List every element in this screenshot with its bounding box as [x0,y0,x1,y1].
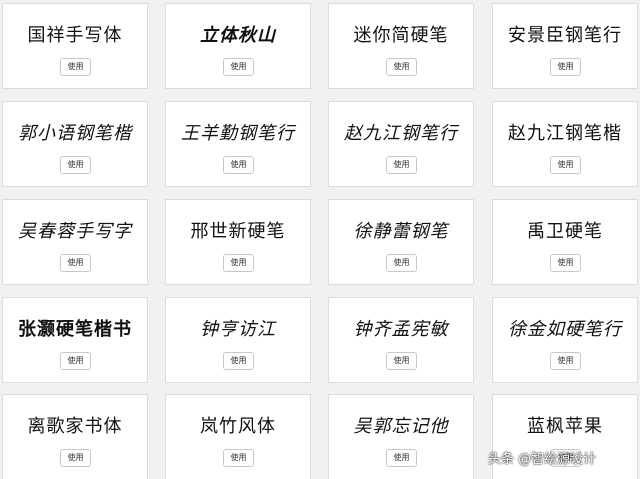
use-font-button[interactable]: 使用 [386,58,417,76]
font-card[interactable]: 赵九江钢笔楷 使用 [492,101,638,187]
use-font-button[interactable]: 使用 [223,156,254,174]
font-preview-name: 岚竹风体 [200,416,276,437]
font-card[interactable]: 岚竹风体 使用 [165,394,311,479]
font-preview-name: 赵九江钢笔楷 [508,123,622,144]
font-card[interactable]: 禹卫硬笔 使用 [492,199,638,285]
font-preview-name: 张灏硬笔楷书 [18,319,132,340]
font-card[interactable]: 立体秋山 使用 [165,3,311,89]
use-font-button[interactable]: 使用 [550,352,581,370]
font-preview-name: 蓝枫苹果 [527,416,603,437]
font-preview-name: 立体秋山 [200,25,276,46]
font-preview-name: 徐金如硬笔行 [508,319,622,340]
font-preview-name: 徐静蕾钢笔 [353,221,449,242]
use-font-button[interactable]: 使用 [386,156,417,174]
use-font-button[interactable]: 使用 [60,156,91,174]
font-card[interactable]: 邢世新硬笔 使用 [165,199,311,285]
font-preview-name: 王羊勤钢笔行 [181,123,295,144]
font-card[interactable]: 离歌家书体 使用 [2,394,148,479]
use-font-button[interactable]: 使用 [386,352,417,370]
font-preview-name: 邢世新硬笔 [190,221,286,242]
font-card[interactable]: 钟齐孟宪敏 使用 [328,297,474,383]
use-font-button[interactable]: 使用 [550,58,581,76]
use-font-button[interactable]: 使用 [60,449,91,467]
font-card[interactable]: 徐静蕾钢笔 使用 [328,199,474,285]
font-card[interactable]: 吴郭忘记他 使用 [328,394,474,479]
font-card[interactable]: 郭小语钢笔楷 使用 [2,101,148,187]
font-preview-name: 安景臣钢笔行 [508,25,622,46]
use-font-button[interactable]: 使用 [550,156,581,174]
use-font-button[interactable]: 使用 [60,58,91,76]
font-card[interactable]: 国祥手写体 使用 [2,3,148,89]
use-font-button[interactable]: 使用 [223,449,254,467]
font-card[interactable]: 钟亨访江 使用 [165,297,311,383]
font-card[interactable]: 迷你简硬笔 使用 [328,3,474,89]
font-preview-name: 吴郭忘记他 [353,416,449,437]
font-preview-name: 国祥手写体 [27,25,123,46]
font-card[interactable]: 张灏硬笔楷书 使用 [2,297,148,383]
font-card[interactable]: 徐金如硬笔行 使用 [492,297,638,383]
font-preview-name: 吴春蓉手写字 [18,221,132,242]
font-preview-name: 钟亨访江 [200,319,276,340]
use-font-button[interactable]: 使用 [60,254,91,272]
font-preview-name: 迷你简硬笔 [353,25,449,46]
font-preview-name: 郭小语钢笔楷 [18,123,132,144]
font-preview-name: 钟齐孟宪敏 [353,319,449,340]
font-preview-name: 离歌家书体 [27,416,123,437]
font-card[interactable]: 安景臣钢笔行 使用 [492,3,638,89]
font-card[interactable]: 吴春蓉手写字 使用 [2,199,148,285]
use-font-button[interactable]: 使用 [223,58,254,76]
font-card[interactable]: 王羊勤钢笔行 使用 [165,101,311,187]
font-card[interactable]: 赵九江钢笔行 使用 [328,101,474,187]
font-grid: 国祥手写体 使用 立体秋山 使用 迷你简硬笔 使用 安景臣钢笔行 使用 郭小语钢… [0,0,640,479]
use-font-button[interactable]: 使用 [223,352,254,370]
use-font-button[interactable]: 使用 [550,254,581,272]
use-font-button[interactable]: 使用 [60,352,91,370]
use-font-button[interactable]: 使用 [386,254,417,272]
use-font-button[interactable]: 使用 [223,254,254,272]
watermark-text: 头条 @智绘源设计 [488,451,597,467]
font-preview-name: 赵九江钢笔行 [344,123,458,144]
font-preview-name: 禹卫硬笔 [527,221,603,242]
use-font-button[interactable]: 使用 [386,449,417,467]
font-picker-page: 国祥手写体 使用 立体秋山 使用 迷你简硬笔 使用 安景臣钢笔行 使用 郭小语钢… [0,0,640,479]
